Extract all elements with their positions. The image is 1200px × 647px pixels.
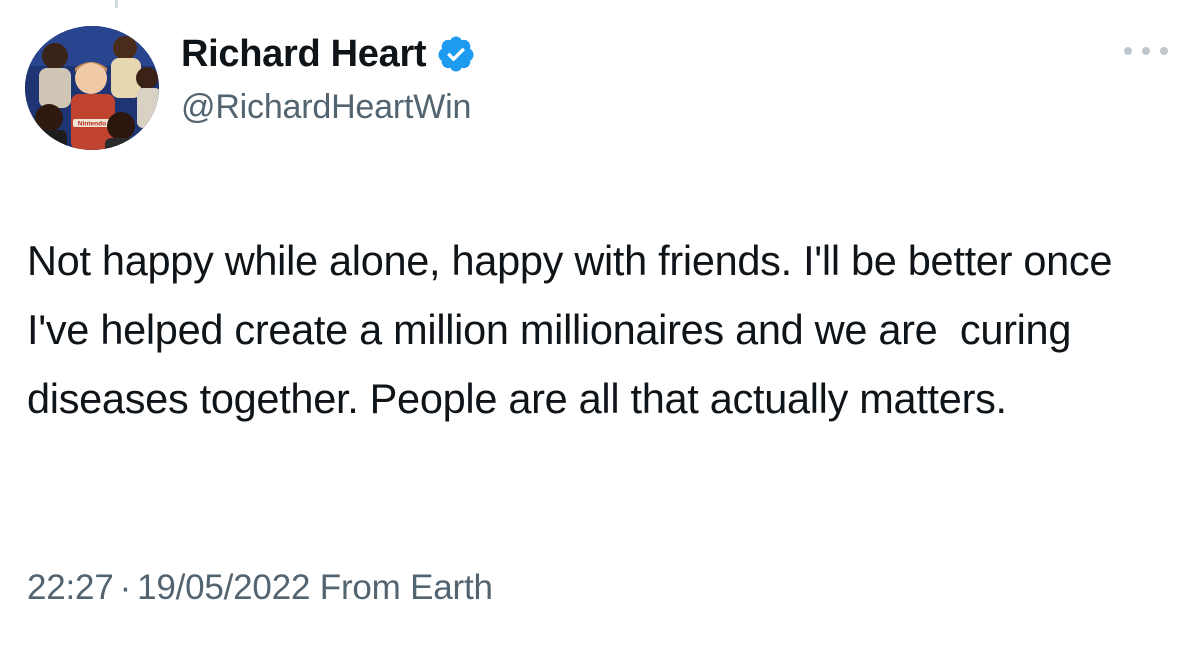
tweet-card: Nintendo Richard Heart @RichardHeartWin … xyxy=(0,0,1200,647)
tweet-time[interactable]: 22:27 xyxy=(27,568,114,607)
avatar[interactable]: Nintendo xyxy=(25,26,159,150)
author-handle[interactable]: @RichardHeartWin xyxy=(181,88,471,127)
tweet-date[interactable]: 19/05/2022 xyxy=(137,568,310,607)
display-name[interactable]: Richard Heart xyxy=(181,33,427,76)
author-name-row[interactable]: Richard Heart xyxy=(181,30,476,78)
more-options-icon[interactable] xyxy=(1122,38,1170,62)
tweet-metadata: 22:27 · 19/05/2022 From Earth xyxy=(27,568,493,608)
tweet-text: Not happy while alone, happy with friend… xyxy=(27,237,1124,422)
avatar-shirt-text: Nintendo xyxy=(78,121,106,128)
tweet-source: From Earth xyxy=(319,568,493,607)
thread-connector-line xyxy=(115,0,118,8)
meta-separator: · xyxy=(119,568,132,607)
verified-badge-icon xyxy=(436,34,476,74)
avatar-photo: Nintendo xyxy=(25,26,159,150)
